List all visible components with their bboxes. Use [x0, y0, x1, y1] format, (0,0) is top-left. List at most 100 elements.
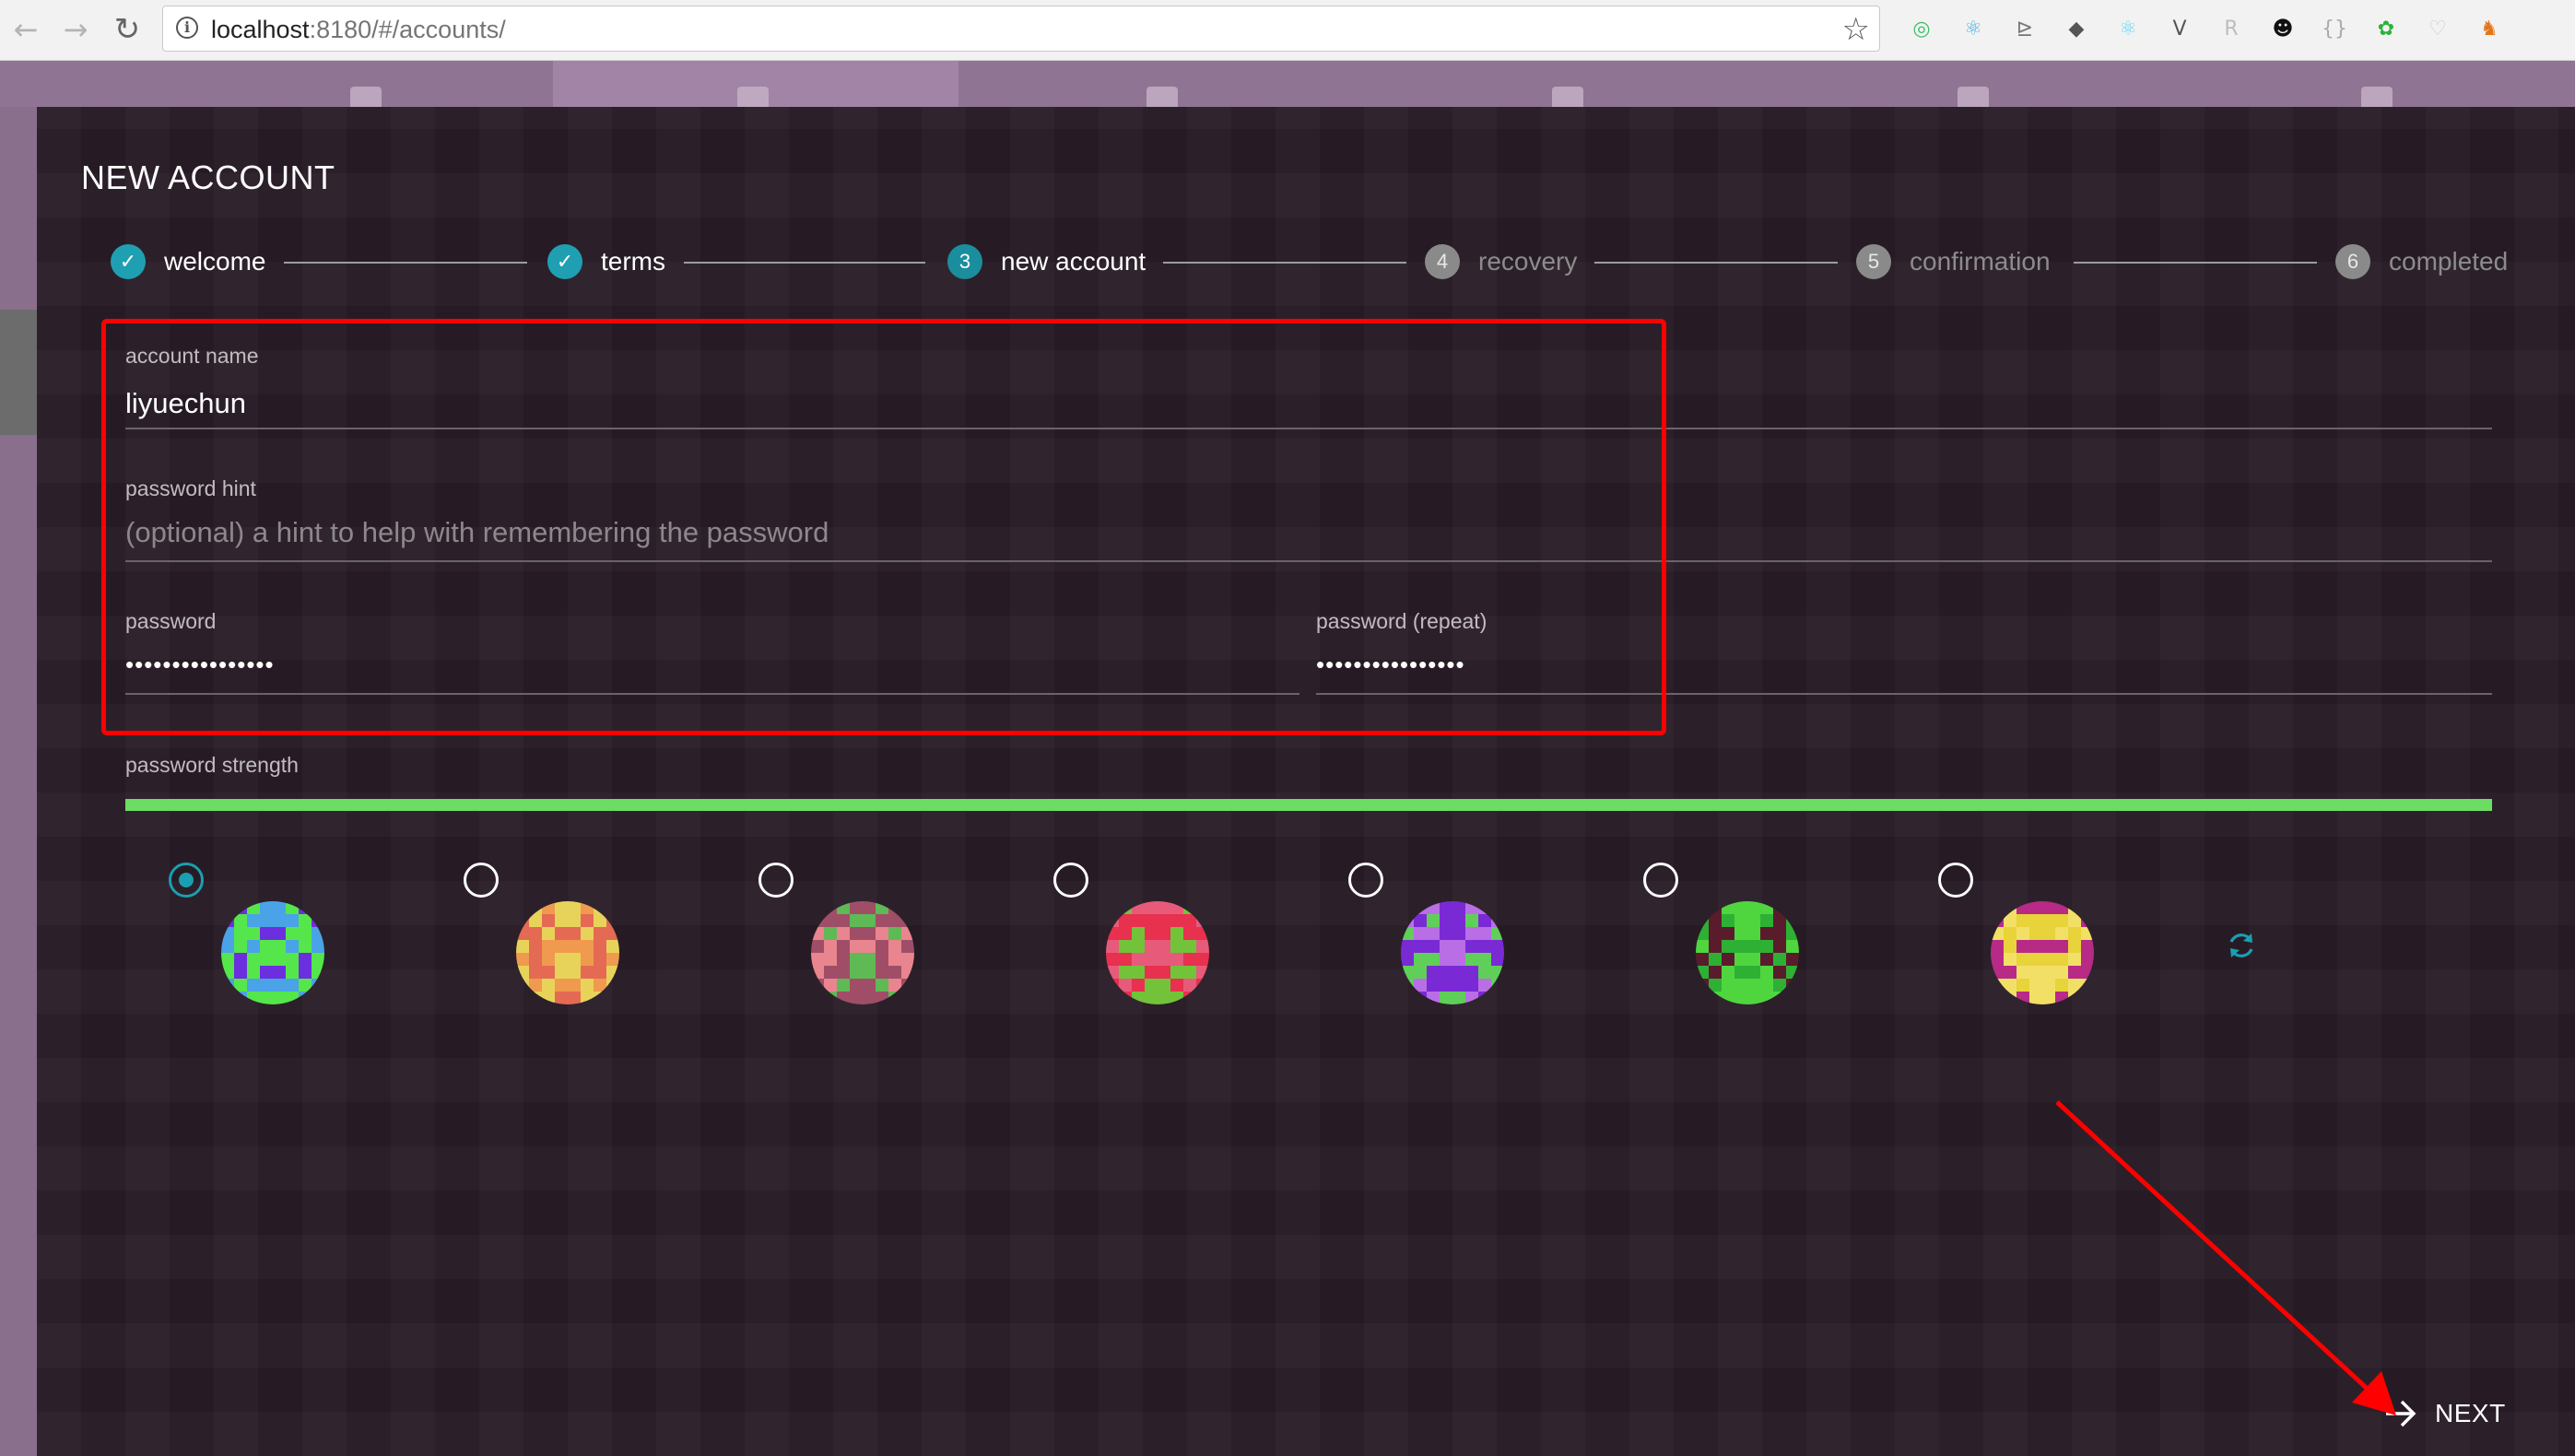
identicon-cell [581, 914, 594, 927]
identicon-cell [1401, 927, 1414, 940]
identicon-7[interactable] [1991, 901, 2094, 1004]
forward-arrow-icon[interactable]: → [59, 13, 92, 46]
identicon-cell [594, 953, 606, 966]
check-icon: ✓ [111, 244, 146, 279]
identicon-cell [888, 901, 901, 914]
identicon-radio[interactable] [1348, 863, 1383, 898]
identicon-cell [2016, 927, 2029, 940]
identicon-cell [2004, 953, 2016, 966]
password-strength-bar [125, 799, 2492, 811]
identicon-cell [2055, 914, 2068, 927]
identicon-cell [1734, 901, 1747, 914]
ext-vue-icon[interactable]: V [2164, 13, 2195, 44]
identicon-cell [1145, 914, 1158, 927]
identicon-cell [1465, 914, 1478, 927]
identicon-radio[interactable] [464, 863, 499, 898]
identicon-cell [1452, 979, 1465, 992]
identicon-cell [1183, 927, 1196, 940]
step-label: new account [1001, 247, 1146, 276]
bookmark-star-icon[interactable]: ☆ [1842, 11, 1870, 48]
identicon-radio[interactable] [1053, 863, 1088, 898]
identicon-cell [555, 940, 568, 953]
identicon-cell [2042, 992, 2055, 1004]
identicon-3[interactable] [811, 901, 914, 1004]
identicon-radio[interactable] [1938, 863, 1973, 898]
identicon-cell [273, 914, 286, 927]
identicon-1[interactable] [221, 901, 324, 1004]
identicon-cell [606, 992, 619, 1004]
ext-react-dark-icon[interactable]: ⚛ [2112, 13, 2144, 44]
identicon-radio[interactable] [1643, 863, 1678, 898]
identicon-cell [824, 914, 837, 927]
identicon-5[interactable] [1401, 901, 1504, 1004]
ext-wechat-icon[interactable]: ✿ [2370, 13, 2402, 44]
identicon-cell [1145, 927, 1158, 940]
ext-vue-fan-icon[interactable]: ⊵ [2009, 13, 2040, 44]
ext-shield-icon[interactable]: ♡ [2422, 13, 2453, 44]
identicon-cell [1491, 953, 1504, 966]
identicon-cell [1491, 979, 1504, 992]
identicon-cell [516, 966, 529, 979]
ext-r-icon[interactable]: R [2216, 13, 2247, 44]
identicon-cell [581, 927, 594, 940]
identicon-cell [1491, 966, 1504, 979]
identicon-4[interactable] [1106, 901, 1209, 1004]
identicon-cell [1747, 979, 1760, 992]
identicon-cell [1196, 966, 1209, 979]
identicon-cell [516, 901, 529, 914]
step-connector [284, 262, 527, 264]
back-arrow-icon[interactable]: ← [9, 13, 42, 46]
identicon-cell [606, 953, 619, 966]
ext-layers-icon[interactable]: ◆ [2061, 13, 2092, 44]
identicon-cell [1465, 979, 1478, 992]
identicon-cell [1170, 914, 1183, 927]
identicon-cell [1709, 901, 1722, 914]
identicon-cell [286, 927, 299, 940]
identicon-cell [2016, 966, 2029, 979]
reload-icon[interactable]: ↻ [111, 13, 144, 46]
identicon-cell [234, 901, 247, 914]
identicon-cell [1734, 979, 1747, 992]
identicon-cell [1106, 992, 1119, 1004]
address-bar[interactable]: i localhost:8180/#/accounts/ ☆ [162, 6, 1880, 52]
identicon-cell [901, 940, 914, 953]
identicon-cell [1696, 927, 1709, 940]
identicon-cell [1132, 914, 1145, 927]
identicon-2[interactable] [516, 901, 619, 1004]
identicon-cell [1145, 979, 1158, 992]
refresh-icon[interactable] [2223, 927, 2260, 964]
identicon-cell [247, 966, 260, 979]
identicon-cell [1119, 940, 1132, 953]
next-button[interactable]: NEXT [2383, 1391, 2506, 1436]
identicon-radio[interactable] [169, 863, 204, 898]
identicon-cell [1991, 992, 2004, 1004]
step-connector [1594, 262, 1838, 264]
ext-green-circle-icon[interactable]: ◎ [1906, 13, 1937, 44]
ext-braces-icon[interactable]: {} [2319, 13, 2350, 44]
identicon-cell [594, 914, 606, 927]
identicon-cell [888, 914, 901, 927]
identicon-cell [2055, 940, 2068, 953]
identicon-cell [1760, 979, 1773, 992]
identicon-cell [811, 979, 824, 992]
identicon-cell [1119, 914, 1132, 927]
identicon-cell [1183, 940, 1196, 953]
identicon-cell [1132, 940, 1145, 953]
identicon-cell [850, 953, 863, 966]
step-terms: ✓ terms [547, 244, 665, 279]
ext-fox-icon[interactable]: ♞ [2474, 13, 2505, 44]
identicon-radio[interactable] [758, 863, 794, 898]
identicon-cell [1478, 953, 1491, 966]
identicon-cell [542, 979, 555, 992]
ext-react-icon[interactable]: ⚛ [1958, 13, 1989, 44]
identicon-cell [1696, 914, 1709, 927]
ext-panda-icon[interactable]: ☻ [2267, 13, 2299, 44]
identicon-cell [1747, 940, 1760, 953]
identicon-cell [1196, 914, 1209, 927]
identicon-cell [1747, 927, 1760, 940]
identicon-cell [1760, 927, 1773, 940]
identicon-cell [606, 914, 619, 927]
identicon-6[interactable] [1696, 901, 1799, 1004]
identicon-cell [1747, 953, 1760, 966]
site-info-icon[interactable]: i [176, 17, 198, 39]
